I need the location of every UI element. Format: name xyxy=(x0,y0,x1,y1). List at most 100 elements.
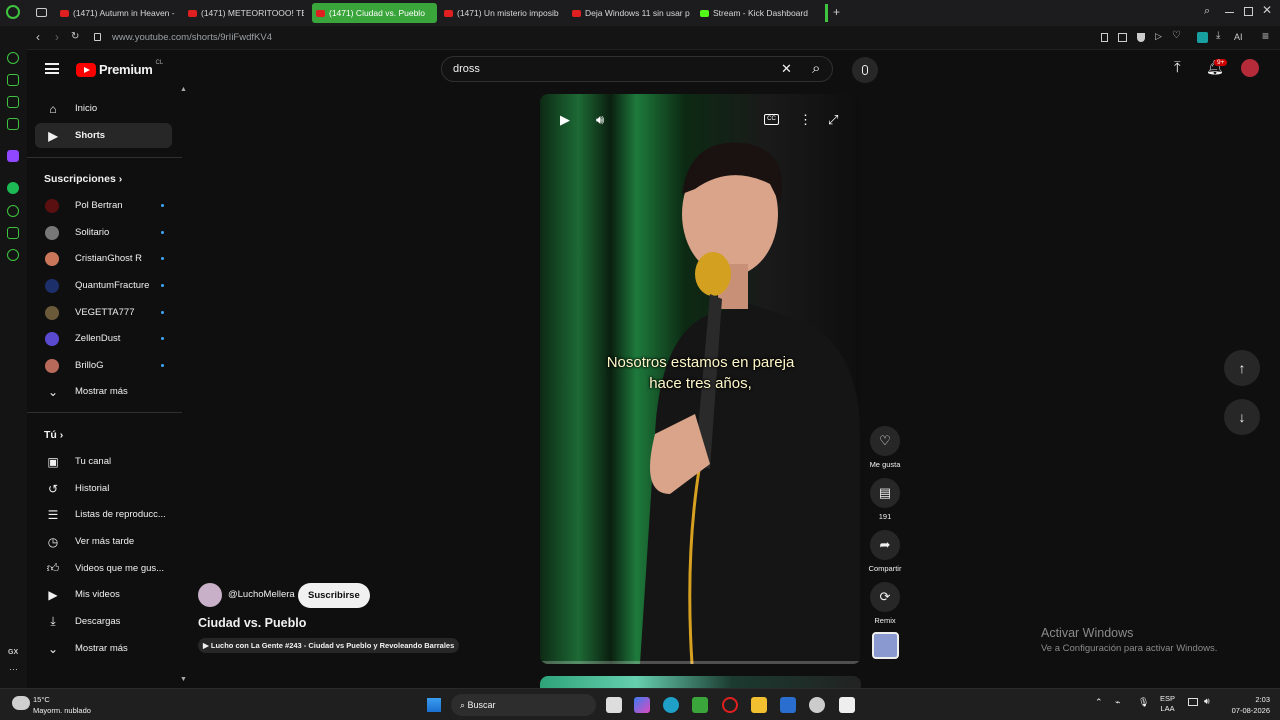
previous-short-button[interactable]: ↑ xyxy=(1224,350,1260,386)
tab-deja-windows[interactable]: Deja Windows 11 sin usar p xyxy=(568,3,692,23)
channel-handle[interactable]: @LuchoMellera xyxy=(228,589,295,600)
clock[interactable]: 2:03 07-08-2026 xyxy=(1220,694,1270,716)
ai-button[interactable]: AI xyxy=(1234,32,1243,42)
twitch-icon[interactable] xyxy=(7,150,19,162)
sidebar-item-playlists[interactable]: ☰ Listas de reproducc... xyxy=(35,502,172,527)
reload-icon[interactable]: ↻ xyxy=(71,31,79,42)
closed-captions-icon[interactable]: CC xyxy=(764,114,779,125)
bookmark-icon[interactable] xyxy=(1101,33,1108,42)
comments-button[interactable]: ▤ xyxy=(870,478,900,508)
capcut-icon[interactable] xyxy=(839,697,855,713)
channel-avatar[interactable] xyxy=(198,583,222,607)
settings-icon[interactable] xyxy=(7,249,19,261)
sidebar-scroll-down[interactable]: ▼ xyxy=(180,676,187,683)
opera-gx-icon[interactable] xyxy=(722,697,738,713)
microphone-icon[interactable]: 🎙︎ xyxy=(1138,697,1149,708)
volume-icon[interactable]: 🔊︎ xyxy=(596,112,604,128)
voice-search-icon[interactable] xyxy=(852,57,878,83)
sidebar-item-sub-vegetta777[interactable]: VEGETTA777 xyxy=(35,300,172,325)
new-tab-icon[interactable]: + xyxy=(833,5,840,19)
sidebar-item-show-more-subs[interactable]: ⌄ Mostrar más xyxy=(35,379,172,404)
copilot-icon[interactable] xyxy=(634,697,650,713)
video-progress-bar[interactable] xyxy=(540,661,861,664)
youtube-premium-logo[interactable]: Premium CL xyxy=(76,60,163,77)
gx-corner-icon[interactable] xyxy=(7,96,19,108)
tab-kick-dashboard[interactable]: Stream - Kick Dashboard xyxy=(696,3,820,23)
subscribe-button[interactable]: Suscribirse xyxy=(298,583,370,608)
language-indicator[interactable]: ESP LAA xyxy=(1160,694,1175,714)
search-icon[interactable]: ⌕ xyxy=(812,60,820,77)
menu-icon[interactable]: ≡ xyxy=(1262,29,1269,43)
tab-meteorito[interactable]: (1471) METEORITOOO! TE xyxy=(184,3,304,23)
next-short-preview[interactable] xyxy=(540,676,861,688)
more-icon[interactable]: ··· xyxy=(9,664,18,674)
sidebar-item-my-videos[interactable]: ▶ Mis videos xyxy=(35,582,172,607)
maximize-icon[interactable] xyxy=(1244,7,1253,16)
gx-control-icon[interactable] xyxy=(7,74,19,86)
shield-icon[interactable] xyxy=(1137,33,1145,42)
file-explorer-icon[interactable] xyxy=(751,697,767,713)
shorts-video-player[interactable]: ▶ 🔊︎ CC ⋮ ⤢ Nosotros estamos en pareja h… xyxy=(540,94,861,664)
heart-icon[interactable]: ♡ xyxy=(1172,30,1181,41)
opera-gx-logo[interactable] xyxy=(6,5,20,19)
sidebar-item-your-channel[interactable]: ▣ Tu canal xyxy=(35,449,172,474)
fullscreen-icon[interactable]: ⤢ xyxy=(828,112,838,128)
playlist-chip[interactable]: ▶ Lucho con La Gente #243 - Ciudad vs Pu… xyxy=(198,638,460,653)
snapshot-icon[interactable] xyxy=(1118,33,1127,42)
volume-icon[interactable]: 🔊︎ xyxy=(1204,696,1210,707)
sidebar-item-sub-cristianghost[interactable]: CristianGhost R xyxy=(35,246,172,271)
download-icon[interactable]: ⤓ xyxy=(1216,30,1220,41)
speed-dial-icon[interactable] xyxy=(7,52,19,64)
edge-icon[interactable] xyxy=(663,697,679,713)
close-window-icon[interactable]: ✕ xyxy=(1262,3,1272,17)
play-icon[interactable]: ▷ xyxy=(1155,31,1162,42)
show-hidden-icons[interactable]: ⌃ xyxy=(1095,697,1103,708)
sidebar-item-show-more-you[interactable]: ⌄ Mostrar más xyxy=(35,636,172,661)
tab-overview-icon[interactable] xyxy=(36,8,47,17)
extensions-icon[interactable] xyxy=(7,227,19,239)
start-icon[interactable] xyxy=(426,697,442,713)
tab-ciudad-vs-pueblo[interactable]: (1471) Ciudad vs. Pueblo xyxy=(312,3,437,23)
tab-un-misterio[interactable]: (1471) Un misterio imposib xyxy=(440,3,564,23)
sidebar-item-sub-quantumfracture[interactable]: QuantumFracture xyxy=(35,273,172,298)
url-field[interactable]: www.youtube.com/shorts/9rIiFwdfKV4 xyxy=(112,32,272,43)
you-heading[interactable]: Tú › xyxy=(44,429,63,441)
history-icon[interactable] xyxy=(7,205,19,217)
sidebar-item-sub-zellendust[interactable]: ZellenDust xyxy=(35,326,172,351)
spotify-icon[interactable] xyxy=(7,182,19,194)
remix-button[interactable]: ⟳ xyxy=(870,582,900,612)
sidebar-item-liked-videos[interactable]: 👍︎ Videos que me gus... xyxy=(35,556,172,581)
sidebar-item-sub-brillog[interactable]: BrilloG xyxy=(35,353,172,378)
steam-icon[interactable] xyxy=(809,697,825,713)
sidebar-item-shorts[interactable]: ▶ Shorts xyxy=(35,123,172,148)
sidebar-item-downloads[interactable]: ⤓ Descargas xyxy=(35,609,172,634)
sidebar-item-sub-pol-bertran[interactable]: Pol Bertran xyxy=(35,193,172,218)
play-icon[interactable]: ▶ xyxy=(560,112,570,128)
avatar[interactable] xyxy=(1241,59,1259,77)
back-icon[interactable]: ‹ xyxy=(36,30,40,44)
sidebar-scroll-up[interactable]: ▲ xyxy=(180,86,187,93)
minimize-icon[interactable] xyxy=(1225,12,1234,13)
next-short-button[interactable]: ↓ xyxy=(1224,399,1260,435)
mail-icon[interactable] xyxy=(780,697,796,713)
subscriptions-heading[interactable]: Suscripciones › xyxy=(44,173,122,185)
xbox-icon[interactable] xyxy=(692,697,708,713)
search-input[interactable]: dross xyxy=(453,63,480,75)
task-view-icon[interactable] xyxy=(606,697,622,713)
tab-autumn-in-heaven[interactable]: (1471) Autumn in Heaven - xyxy=(56,3,176,23)
weather-icon[interactable] xyxy=(12,696,30,710)
display-icon[interactable] xyxy=(1188,698,1198,706)
taskbar-search[interactable]: ⌕ Buscar xyxy=(451,694,596,716)
like-button[interactable]: ♡ xyxy=(870,426,900,456)
m-app-icon[interactable] xyxy=(7,118,19,130)
upload-icon[interactable]: ⤒ xyxy=(1174,59,1181,76)
clear-search-icon[interactable]: ✕ xyxy=(781,61,792,77)
sidebar-item-watch-later[interactable]: ◷ Ver más tarde xyxy=(35,529,172,554)
more-options-icon[interactable]: ⋮ xyxy=(799,112,812,128)
sidebar-item-sub-solitario[interactable]: Solitario xyxy=(35,220,172,245)
share-button[interactable]: ➦ xyxy=(870,530,900,560)
hamburger-menu-icon[interactable] xyxy=(45,63,59,74)
tab-search-icon[interactable]: ⌕ xyxy=(1204,5,1210,18)
sidebar-item-home[interactable]: ⌂ Inicio xyxy=(35,96,172,121)
sidebar-item-history[interactable]: ↺ Historial xyxy=(35,476,172,501)
